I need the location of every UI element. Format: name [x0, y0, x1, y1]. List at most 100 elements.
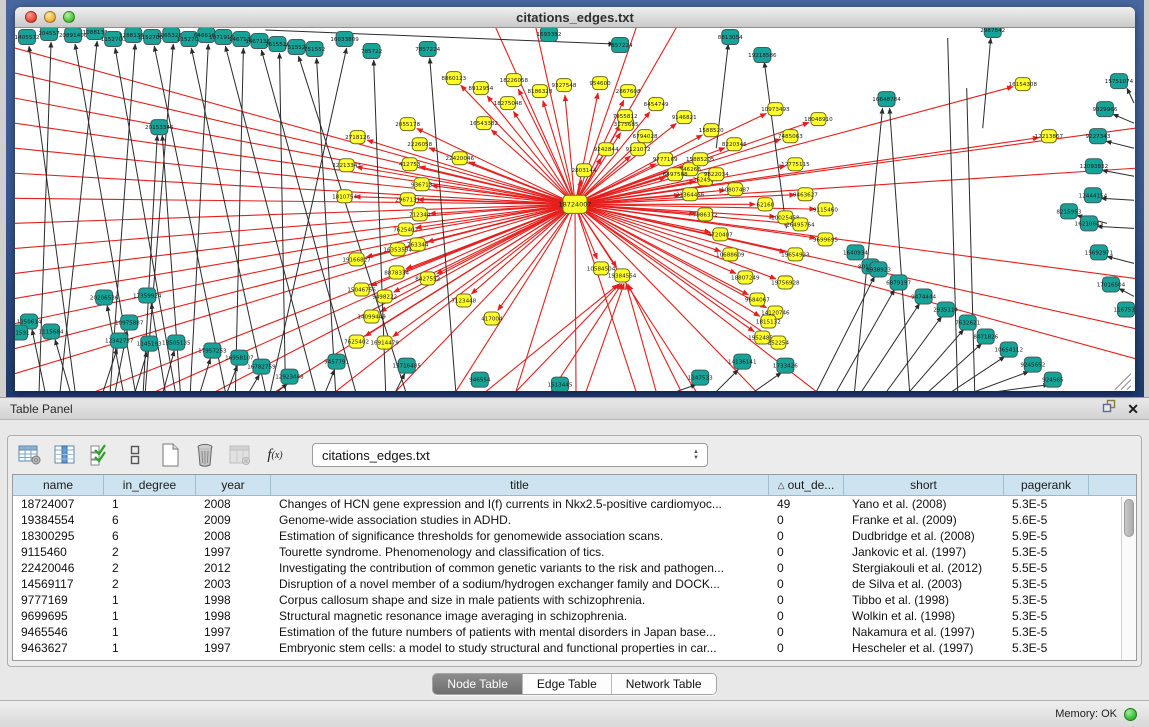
delete-table-icon[interactable] — [193, 443, 217, 467]
network-node-yellow[interactable]: 14099449 — [357, 310, 386, 323]
table-vertical-scrollbar[interactable] — [1121, 497, 1136, 660]
tab-edge-table[interactable]: Edge Table — [523, 674, 612, 694]
scrollbar-thumb[interactable] — [1124, 499, 1134, 537]
network-node-yellow[interactable]: 12775115 — [781, 158, 810, 171]
zoom-window-icon[interactable] — [63, 11, 75, 23]
minimize-window-icon[interactable] — [44, 11, 56, 23]
network-node-yellow[interactable]: 9777169 — [653, 153, 678, 166]
network-node-teal[interactable]: 924565 — [1042, 372, 1064, 387]
network-node-teal[interactable]: 17957253 — [198, 343, 227, 358]
network-node-yellow[interactable]: 412753 — [399, 158, 421, 171]
table-row[interactable]: 977716911998Corpus callosum shape and si… — [13, 592, 1136, 608]
table-row[interactable]: 1938455462009Genome-wide association stu… — [13, 512, 1136, 528]
close-panel-icon[interactable]: ✕ — [1127, 402, 1139, 416]
network-node-teal[interactable]: 946554 — [469, 372, 491, 387]
network-canvas[interactable]: 18724007 88601238912954 18226058 18275048 16… — [15, 28, 1135, 391]
network-node-teal[interactable]: 1513445 — [548, 377, 573, 391]
column-chooser-icon[interactable] — [53, 443, 77, 467]
network-node-teal[interactable]: 16648784 — [872, 92, 901, 107]
network-node-teal[interactable]: 7632621 — [955, 315, 980, 330]
network-node-yellow[interactable]: 8860123 — [441, 72, 466, 85]
hub-node[interactable]: 18724007 — [558, 195, 591, 213]
network-node-teal[interactable]: 10975887 — [115, 315, 144, 330]
table-settings-icon[interactable] — [18, 443, 42, 467]
network-node-yellow[interactable]: 9327548 — [552, 79, 577, 92]
network-node-yellow[interactable]: 9242844 — [594, 143, 619, 156]
network-node-teal[interactable]: 1405572 — [15, 30, 39, 45]
network-node-teal[interactable]: 10654112 — [995, 342, 1023, 357]
network-node-yellow[interactable]: 18226058 — [500, 74, 529, 87]
network-node-yellow[interactable]: 9121072 — [626, 143, 651, 156]
column-header-year[interactable]: year — [196, 475, 271, 495]
network-node-teal[interactable]: 12342757 — [105, 333, 134, 348]
column-header-pagerank[interactable]: pagerank — [1004, 475, 1089, 495]
network-node-yellow[interactable]: 19756928 — [771, 276, 800, 289]
network-node-teal[interactable]: 12444154 — [1079, 188, 1108, 203]
tab-node-table[interactable]: Node Table — [433, 674, 523, 694]
network-node-teal[interactable]: 8215953 — [1056, 204, 1081, 219]
network-node-teal[interactable]: 16210643 — [1075, 216, 1104, 231]
network-node-yellow[interactable]: 18048910 — [804, 113, 833, 126]
network-node-teal[interactable]: 7857224 — [608, 38, 633, 53]
network-node-teal[interactable]: 19218586 — [748, 48, 777, 63]
table-row[interactable]: 1830029562008Estimation of significance … — [13, 528, 1136, 544]
network-node-yellow[interactable]: 19166827 — [342, 253, 371, 266]
network-node-teal[interactable]: 9474444 — [911, 289, 936, 304]
network-node-yellow[interactable]: 62160 — [756, 198, 774, 211]
close-window-icon[interactable] — [25, 11, 37, 23]
network-node-teal[interactable]: 1693382 — [536, 28, 561, 42]
table-row[interactable]: 1872400712008Changes of HCN gene express… — [13, 496, 1136, 512]
float-panel-icon[interactable] — [1102, 399, 1117, 418]
network-node-yellow[interactable]: 16914479 — [370, 336, 399, 349]
network-node-teal[interactable]: 6879197 — [886, 275, 911, 290]
network-node-teal[interactable]: 15692971 — [1085, 245, 1114, 260]
table-row[interactable]: 946554611997Estimation of the future num… — [13, 624, 1136, 640]
network-node-teal[interactable]: 8938923 — [866, 262, 891, 277]
function-builder-icon[interactable]: f(x) — [263, 443, 287, 467]
network-node-teal[interactable]: 8813054 — [718, 30, 743, 45]
network-node-yellow[interactable]: 18275048 — [494, 97, 523, 110]
network-node-yellow[interactable]: 8912954 — [468, 82, 493, 95]
network-node-yellow[interactable]: 9699695 — [813, 233, 838, 246]
select-rows-icon[interactable] — [88, 443, 112, 467]
network-node-teal[interactable]: 204557 — [38, 28, 60, 41]
tab-network-table[interactable]: Network Table — [612, 674, 716, 694]
network-node-yellow[interactable]: 9684067 — [745, 293, 770, 306]
network-node-yellow[interactable]: 2226058 — [407, 138, 432, 151]
table-row[interactable]: 946362711997Embryonic stem cells: a mode… — [13, 640, 1136, 656]
network-node-teal[interactable]: 16958107 — [225, 350, 254, 365]
network-node-teal[interactable]: 7857224 — [415, 42, 440, 57]
network-node-teal[interactable]: 12923448 — [275, 369, 304, 384]
network-node-teal[interactable]: 785722 — [361, 44, 382, 59]
network-window-titlebar[interactable]: citations_edges.txt — [15, 7, 1135, 28]
network-node-yellow[interactable]: 19654923 — [781, 248, 810, 261]
network-node-teal[interactable]: 1733426 — [773, 358, 798, 373]
merge-tables-icon[interactable] — [123, 443, 147, 467]
table-row[interactable]: 969969511998Structural magnetic resonanc… — [13, 608, 1136, 624]
network-node-teal[interactable]: 751552 — [304, 42, 325, 57]
memory-ok-icon[interactable] — [1124, 708, 1137, 721]
column-header-name[interactable]: name — [13, 475, 104, 495]
network-node-teal[interactable]: 13505135 — [162, 335, 191, 350]
network-node-teal[interactable]: 15751074 — [1105, 74, 1134, 89]
network-node-yellow[interactable]: 252254 — [768, 336, 790, 349]
column-header-in_degree[interactable]: in_degree — [104, 475, 196, 495]
network-node-yellow[interactable]: 16543382 — [470, 117, 498, 130]
network-node-teal[interactable]: 1640934 — [843, 245, 868, 260]
network-node-teal[interactable]: 1247533 — [688, 370, 713, 385]
table-row[interactable]: 1456911722003Disruption of a novel membe… — [13, 576, 1136, 592]
network-node-teal[interactable]: 1167533 — [1114, 302, 1135, 317]
network-node-yellow[interactable]: 8220346 — [722, 138, 747, 151]
network-node-yellow[interactable]: 16154308 — [1009, 78, 1038, 91]
network-node-yellow[interactable]: 9146821 — [672, 111, 697, 124]
network-node-yellow[interactable]: 9498222 — [372, 290, 397, 303]
new-table-icon[interactable] — [158, 443, 182, 467]
network-node-teal[interactable]: 9245652 — [1020, 357, 1045, 372]
table-row[interactable]: 911546021997Tourette syndrome. Phenomeno… — [13, 544, 1136, 560]
network-node-yellow[interactable]: 954600 — [589, 77, 611, 90]
network-node-teal[interactable]: 2987842 — [980, 28, 1005, 38]
network-node-yellow[interactable]: 7123448 — [451, 294, 476, 307]
column-header-short[interactable]: short — [844, 475, 1004, 495]
column-header-title[interactable]: title — [271, 475, 769, 495]
network-node-yellow[interactable]: 8454749 — [644, 98, 669, 111]
